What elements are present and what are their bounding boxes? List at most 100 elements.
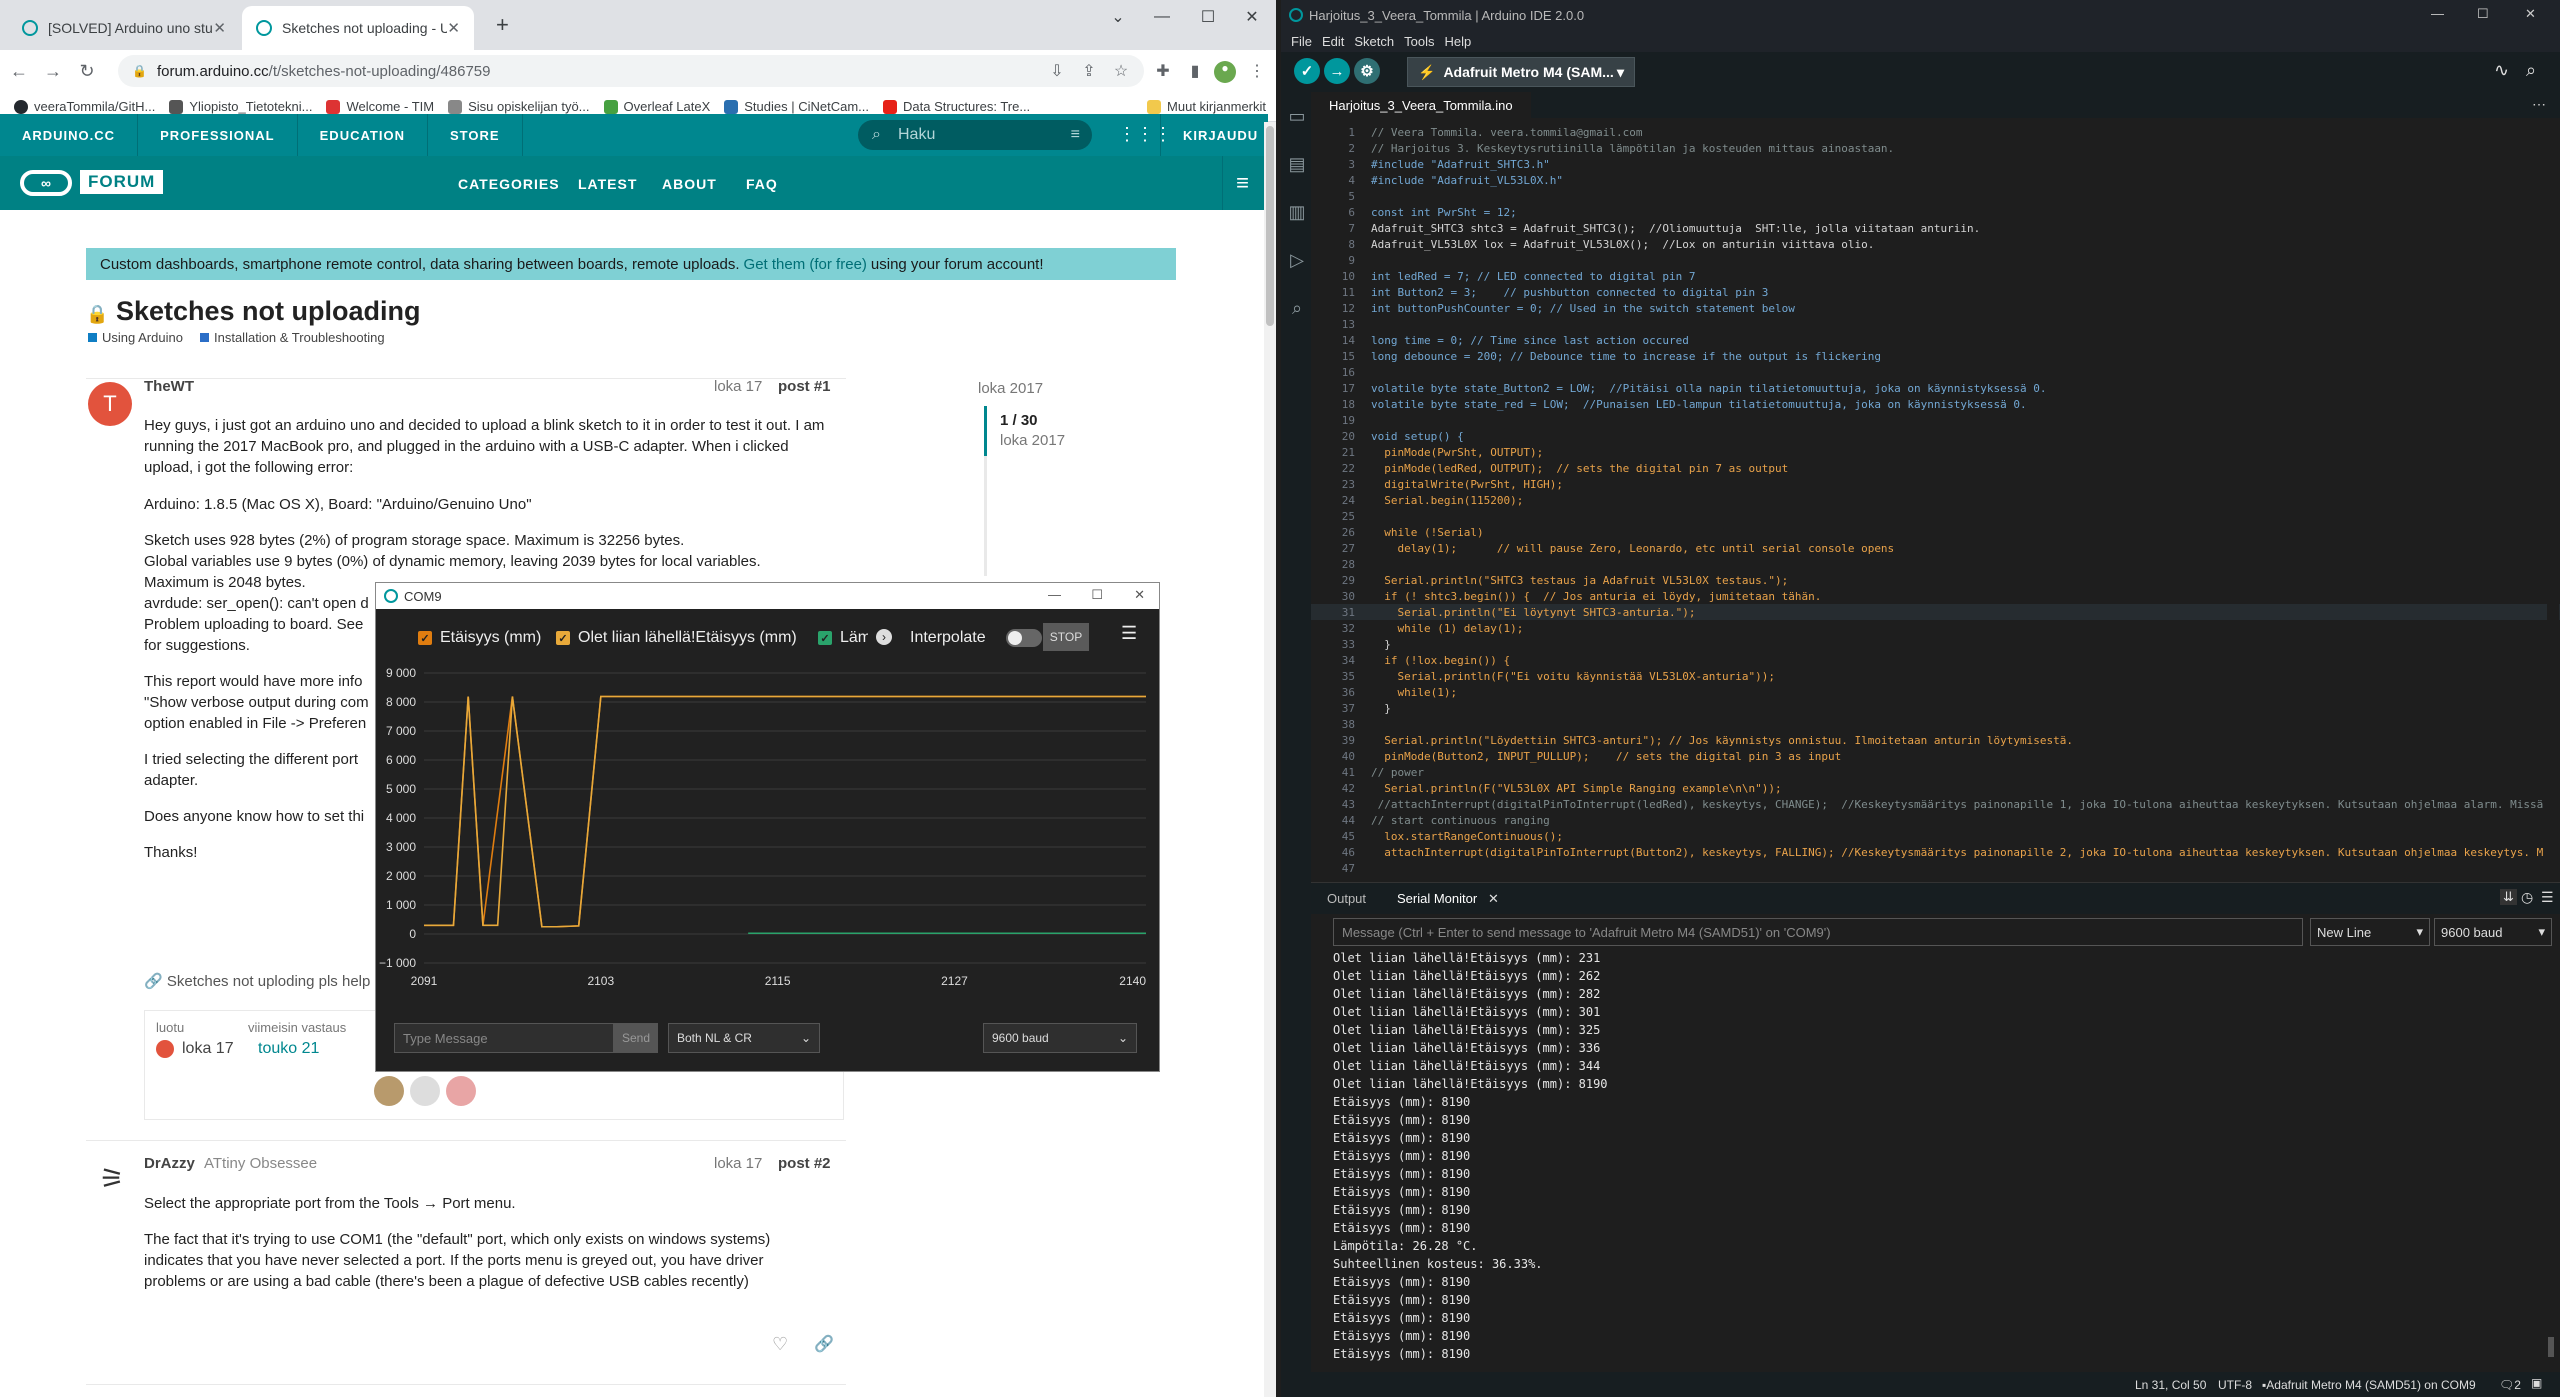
board-selector[interactable]: ⚡ Adafruit Metro M4 (SAM... ▾ [1407, 57, 1635, 87]
menu-sketch[interactable]: Sketch [1354, 34, 1394, 49]
hamburger-icon[interactable]: ≡ [1222, 156, 1262, 210]
bookmark-star-icon[interactable]: ☆ [1110, 61, 1132, 83]
tab-output[interactable]: Output [1327, 891, 1366, 906]
close-tab-icon[interactable]: ✕ [447, 19, 460, 37]
baud-select[interactable]: 9600 baud ⌄ [983, 1023, 1137, 1053]
legend-item[interactable]: ✓ Olet liian lähellä!Etäisyys (mm) [556, 629, 797, 647]
interpolate-toggle[interactable] [1006, 629, 1042, 647]
plotter-message-input[interactable]: Type Message [394, 1023, 614, 1053]
menu-latest[interactable]: LATEST [578, 176, 637, 192]
library-manager-icon[interactable]: ▥ [1287, 202, 1307, 222]
bookmark-item[interactable]: Overleaf LateX [603, 99, 710, 114]
menu-faq[interactable]: FAQ [746, 176, 778, 192]
search-icon[interactable]: ⌕ [1287, 298, 1307, 318]
debug-button[interactable]: ⚙ [1354, 58, 1380, 84]
post-author[interactable]: TheWT [144, 378, 194, 395]
address-bar[interactable]: 🔒 forum.arduino.cc/t/sketches-not-upload… [118, 55, 1144, 87]
category-badge[interactable]: Installation & Troubleshooting [200, 330, 385, 345]
chrome-menu-icon[interactable]: ⋮ [1246, 61, 1268, 83]
boards-manager-icon[interactable]: ▤ [1287, 154, 1307, 174]
upload-button[interactable]: → [1324, 58, 1350, 84]
bookmark-item[interactable]: Studies | CiNetCam... [724, 99, 869, 114]
tab-menu-icon[interactable]: ⋯ [2532, 96, 2546, 113]
verify-button[interactable]: ✓ [1294, 58, 1320, 84]
maximize-button[interactable]: ☐ [1186, 2, 1230, 32]
menu-edit[interactable]: Edit [1322, 34, 1344, 49]
reload-icon[interactable]: ↻ [72, 56, 102, 86]
linked-topic[interactable]: 🔗 Sketches not uploding pls help [144, 972, 370, 990]
close-window-button[interactable]: ✕ [1230, 2, 1274, 32]
minimize-button[interactable]: — [2431, 6, 2444, 21]
avatar[interactable]: ⚞ [90, 1156, 134, 1200]
serial-scrollbar[interactable] [2546, 951, 2556, 1361]
new-tab-button[interactable]: + [496, 12, 509, 38]
line-ending-select[interactable]: Both NL & CR ⌄ [668, 1023, 820, 1053]
bookmark-item[interactable]: Welcome - TIM [326, 99, 434, 114]
close-tab-icon[interactable]: ✕ [213, 19, 226, 37]
menu-categories[interactable]: CATEGORIES [458, 176, 560, 192]
checkbox-checked-icon[interactable]: ✓ [556, 631, 570, 645]
board-status[interactable]: ▪Adafruit Metro M4 (SAMD51) on COM9 [2262, 1378, 2476, 1392]
avatar[interactable] [446, 1076, 476, 1106]
like-icon[interactable]: ♡ [772, 1334, 788, 1355]
checkbox-checked-icon[interactable]: ✓ [418, 631, 432, 645]
timeline-start[interactable]: loka 2017 [978, 380, 1043, 397]
tab-sketches-not-uploading[interactable]: Sketches not uploading - Using A ✕ [242, 6, 474, 50]
legend-item[interactable]: ✓ Etäisyys (mm) [418, 629, 541, 647]
nav-store[interactable]: STORE [428, 114, 523, 156]
filter-icon[interactable]: ≡ [1071, 126, 1080, 144]
nav-professional[interactable]: PROFESSIONAL [138, 114, 298, 156]
share-link-icon[interactable]: 🔗 [814, 1334, 834, 1354]
close-window-button[interactable]: ✕ [2525, 6, 2536, 22]
send-button[interactable]: Send [614, 1023, 658, 1053]
serial-monitor-icon[interactable]: ⌕ [2526, 60, 2536, 81]
tab-solved-arduino[interactable]: [SOLVED] Arduino uno stuck on ⁠' ✕ [8, 6, 240, 50]
sketchbook-icon[interactable]: ▭ [1287, 106, 1307, 126]
notifications-badge[interactable]: 🗨2 [2499, 1378, 2521, 1392]
minimize-button[interactable]: — [1140, 2, 1184, 32]
bookmark-item[interactable]: veeraTommila/GitH... [14, 99, 155, 114]
clear-output-icon[interactable]: ☰ [2541, 889, 2554, 906]
maximize-button[interactable]: ☐ [2477, 6, 2489, 22]
code-editor[interactable]: 1 // Veera Tommila. veera.tommila@gmail.c… [1311, 118, 2560, 882]
baud-select[interactable]: 9600 baud ▾ [2434, 918, 2552, 946]
timeline-handle[interactable] [984, 406, 987, 456]
close-window-button[interactable]: ✕ [1134, 587, 1145, 603]
search-input[interactable]: ⌕ Haku ≡ [858, 120, 1092, 150]
bookmark-item[interactable]: Data Structures: Tre... [883, 99, 1030, 114]
serial-plotter-icon[interactable]: ∿ [2494, 60, 2509, 81]
encoding[interactable]: UTF-8 [2218, 1378, 2252, 1392]
bookmark-item[interactable]: Yliopisto_Tietotekni... [169, 99, 312, 114]
scrollbar-thumb[interactable] [1266, 126, 1274, 326]
extensions-icon[interactable]: ✚ [1152, 61, 1174, 83]
forward-icon[interactable]: → [38, 56, 68, 86]
created-info[interactable]: loka 17 [156, 1040, 234, 1058]
line-ending-select[interactable]: New Line ▾ [2310, 918, 2430, 946]
menu-tools[interactable]: Tools [1404, 34, 1434, 49]
back-icon[interactable]: ← [4, 56, 34, 86]
profile-avatar[interactable]: ● [1214, 61, 1236, 83]
file-tab[interactable]: Harjoitus_3_Veera_Tommila.ino [1311, 92, 1531, 118]
share-icon[interactable]: ⇪ [1078, 61, 1100, 83]
other-bookmarks[interactable]: Muut kirjanmerkit [1147, 99, 1266, 114]
login-link[interactable]: KIRJAUDU [1160, 114, 1276, 156]
nav-arduino-cc[interactable]: ARDUINO.CC [0, 114, 139, 156]
arduino-logo[interactable]: ∞ [20, 170, 72, 196]
bookmark-item[interactable]: Sisu opiskelijan työ... [448, 99, 590, 114]
legend-scroll-icon[interactable]: › [876, 629, 892, 645]
post-date[interactable]: loka 17 [714, 1155, 762, 1172]
nav-education[interactable]: EDUCATION [298, 114, 428, 156]
autoscroll-icon[interactable]: ⇊ [2500, 889, 2517, 905]
panel-toggle-icon[interactable]: ▣ [2531, 1376, 2542, 1390]
post-date[interactable]: loka 17 [714, 378, 762, 395]
checkbox-checked-icon[interactable]: ✓ [818, 631, 832, 645]
cursor-position[interactable]: Ln 31, Col 50 [2135, 1378, 2206, 1392]
serial-message-input[interactable]: Message (Ctrl + Enter to send message to… [1333, 918, 2303, 946]
category-badge[interactable]: Using Arduino [88, 330, 183, 345]
sidepanel-icon[interactable]: ▮ [1184, 61, 1206, 83]
debug-icon[interactable]: ▷ [1287, 250, 1307, 270]
menu-help[interactable]: Help [1444, 34, 1471, 49]
banner-link[interactable]: Get them (for free) [744, 256, 867, 273]
plotter-menu-icon[interactable]: ☰ [1121, 623, 1137, 644]
legend-item[interactable]: ✓Läm [818, 629, 868, 647]
